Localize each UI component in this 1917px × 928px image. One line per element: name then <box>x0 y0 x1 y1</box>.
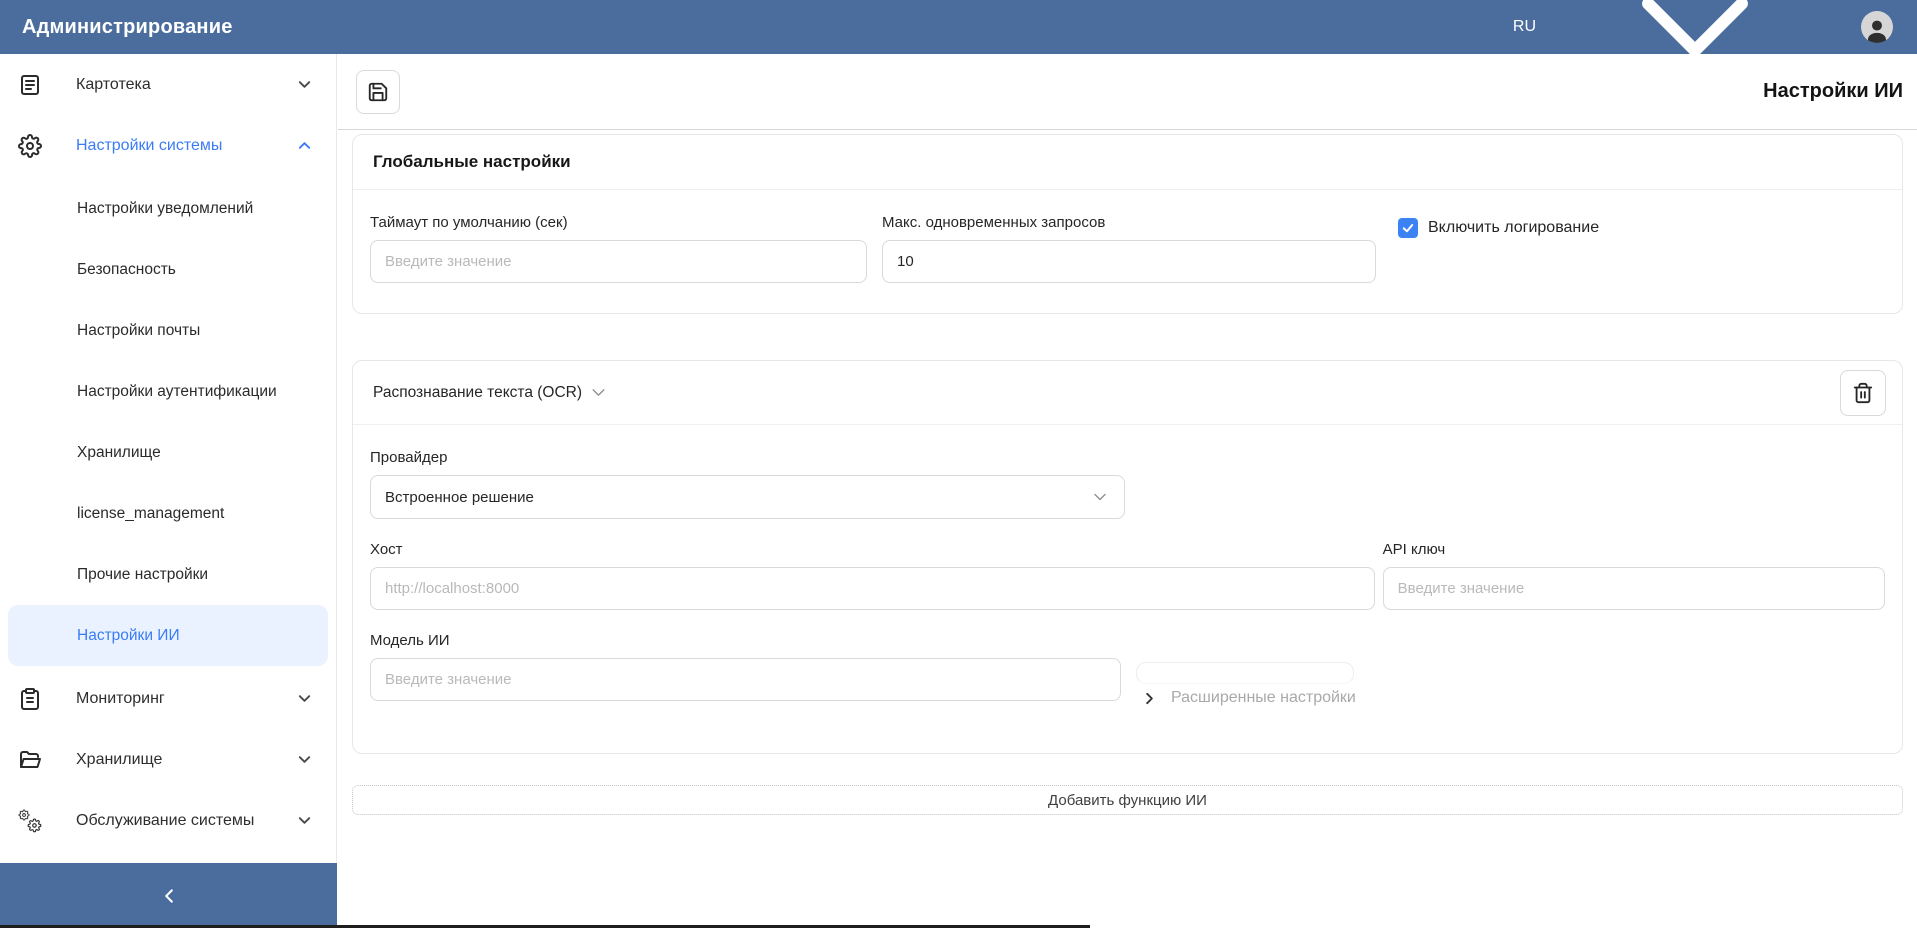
sidebar-item-label: Настройки системы <box>76 136 223 154</box>
global-settings-card: Глобальные настройки Таймаут по умолчани… <box>352 134 1903 314</box>
collapsed-panel-outline <box>1136 662 1354 684</box>
logging-checkbox-row[interactable]: Включить логирование <box>1398 217 1599 239</box>
main-area: Настройки ИИ Глобальные настройки Таймау… <box>338 54 1917 928</box>
sidebar-subitem-ai-settings[interactable]: Настройки ИИ <box>8 605 328 666</box>
sidebar-item-label: Хранилище <box>76 750 163 768</box>
sidebar: Картотека Настройки системы Настройки ув… <box>0 54 337 928</box>
sidebar-collapse-button[interactable] <box>0 863 337 928</box>
chevron-down-icon <box>1545 0 1845 102</box>
language-label: RU <box>1512 18 1536 35</box>
max-requests-label: Макс. одновременных запросов <box>882 214 1106 231</box>
model-label: Модель ИИ <box>370 632 450 649</box>
save-button[interactable] <box>356 69 400 114</box>
advanced-settings-toggle[interactable]: Расширенные настройки <box>1136 662 1356 707</box>
chevron-right-icon <box>1142 691 1157 706</box>
ocr-card-header: Распознавание текста (OCR) <box>353 361 1902 425</box>
topbar: Администрирование RU <box>0 0 1917 54</box>
ocr-card: Распознавание текста (OCR) Провайдер Вст… <box>352 360 1903 754</box>
global-settings-header: Глобальные настройки <box>353 135 1902 190</box>
app-title: Администрирование <box>22 15 233 38</box>
avatar[interactable] <box>1861 11 1893 43</box>
model-row: Модель ИИ Расширенные настройки <box>370 632 1885 707</box>
api-key-label: API ключ <box>1382 541 1446 558</box>
double-gear-icon <box>18 809 42 833</box>
check-icon <box>1401 221 1415 235</box>
chevron-down-icon <box>297 691 312 706</box>
chevron-left-icon <box>160 887 178 905</box>
chevron-down-icon[interactable] <box>590 384 607 401</box>
host-label: Хост <box>370 541 403 558</box>
timeout-input[interactable] <box>370 240 867 283</box>
ocr-card-body: Провайдер Встроенное решение Хост API кл… <box>353 425 1902 753</box>
api-key-field: API ключ <box>1382 541 1885 610</box>
save-icon <box>367 81 389 103</box>
add-ai-function-button[interactable]: Добавить функцию ИИ <box>352 785 1903 815</box>
sidebar-item-label: Мониторинг <box>76 689 165 707</box>
api-key-input[interactable] <box>1382 567 1885 610</box>
sidebar-subitem-notifications[interactable]: Настройки уведомлений <box>0 178 336 239</box>
system-settings-sublist: Настройки уведомлений Безопасность Настр… <box>0 176 336 668</box>
sidebar-item-system-settings[interactable]: Настройки системы <box>0 115 336 176</box>
sidebar-subitem-storage[interactable]: Хранилище <box>0 422 336 483</box>
timeout-field: Таймаут по умолчанию (сек) <box>370 214 867 283</box>
sidebar-subitem-other[interactable]: Прочие настройки <box>0 544 336 605</box>
card-file-icon <box>18 73 42 97</box>
sidebar-item-storage[interactable]: Хранилище <box>0 729 336 790</box>
provider-select[interactable]: Встроенное решение <box>370 475 1125 519</box>
person-icon <box>1864 17 1890 43</box>
provider-field: Провайдер Встроенное решение <box>370 449 1885 519</box>
model-field: Модель ИИ <box>370 632 1121 707</box>
sidebar-item-maintenance[interactable]: Обслуживание системы <box>0 790 336 851</box>
chevron-up-icon <box>297 138 312 153</box>
sidebar-item-monitoring[interactable]: Мониторинг <box>0 668 336 729</box>
chevron-down-icon <box>297 813 312 828</box>
topbar-right: RU <box>1513 0 1893 102</box>
chevron-down-icon <box>297 77 312 92</box>
ocr-card-title: Распознавание текста (OCR) <box>373 383 583 401</box>
model-input[interactable] <box>370 658 1121 701</box>
clipboard-icon <box>18 687 42 711</box>
sidebar-item-kartoteka[interactable]: Картотека <box>0 54 336 115</box>
sidebar-subitem-mail[interactable]: Настройки почты <box>0 300 336 361</box>
content: Глобальные настройки Таймаут по умолчани… <box>338 130 1917 815</box>
chevron-down-icon <box>297 752 312 767</box>
host-input[interactable] <box>370 567 1375 610</box>
gear-icon <box>18 134 42 158</box>
trash-icon <box>1852 382 1874 404</box>
chevron-down-icon <box>1092 489 1108 505</box>
timeout-label: Таймаут по умолчанию (сек) <box>370 214 568 231</box>
language-selector[interactable]: RU <box>1513 0 1845 102</box>
sidebar-subitem-auth[interactable]: Настройки аутентификации <box>0 361 336 422</box>
global-settings-title: Глобальные настройки <box>373 152 571 171</box>
logging-checkbox[interactable] <box>1398 218 1418 238</box>
max-requests-input[interactable] <box>882 240 1376 283</box>
provider-label: Провайдер <box>370 449 448 466</box>
delete-ocr-button[interactable] <box>1840 369 1886 416</box>
sidebar-subitem-license-management[interactable]: license_management <box>0 483 336 544</box>
provider-selected-value: Встроенное решение <box>385 488 534 506</box>
sidebar-item-label: Картотека <box>76 75 151 93</box>
sidebar-item-label: Обслуживание системы <box>76 811 255 829</box>
global-settings-body: Таймаут по умолчанию (сек) Макс. одновре… <box>353 190 1902 313</box>
sidebar-subitem-security[interactable]: Безопасность <box>0 239 336 300</box>
host-field: Хост <box>370 541 1375 610</box>
logging-checkbox-label: Включить логирование <box>1428 219 1600 236</box>
host-api-row: Хост API ключ <box>370 541 1885 610</box>
max-requests-field: Макс. одновременных запросов <box>882 214 1376 283</box>
folder-icon <box>18 748 42 772</box>
advanced-settings-label: Расширенные настройки <box>1171 689 1356 706</box>
